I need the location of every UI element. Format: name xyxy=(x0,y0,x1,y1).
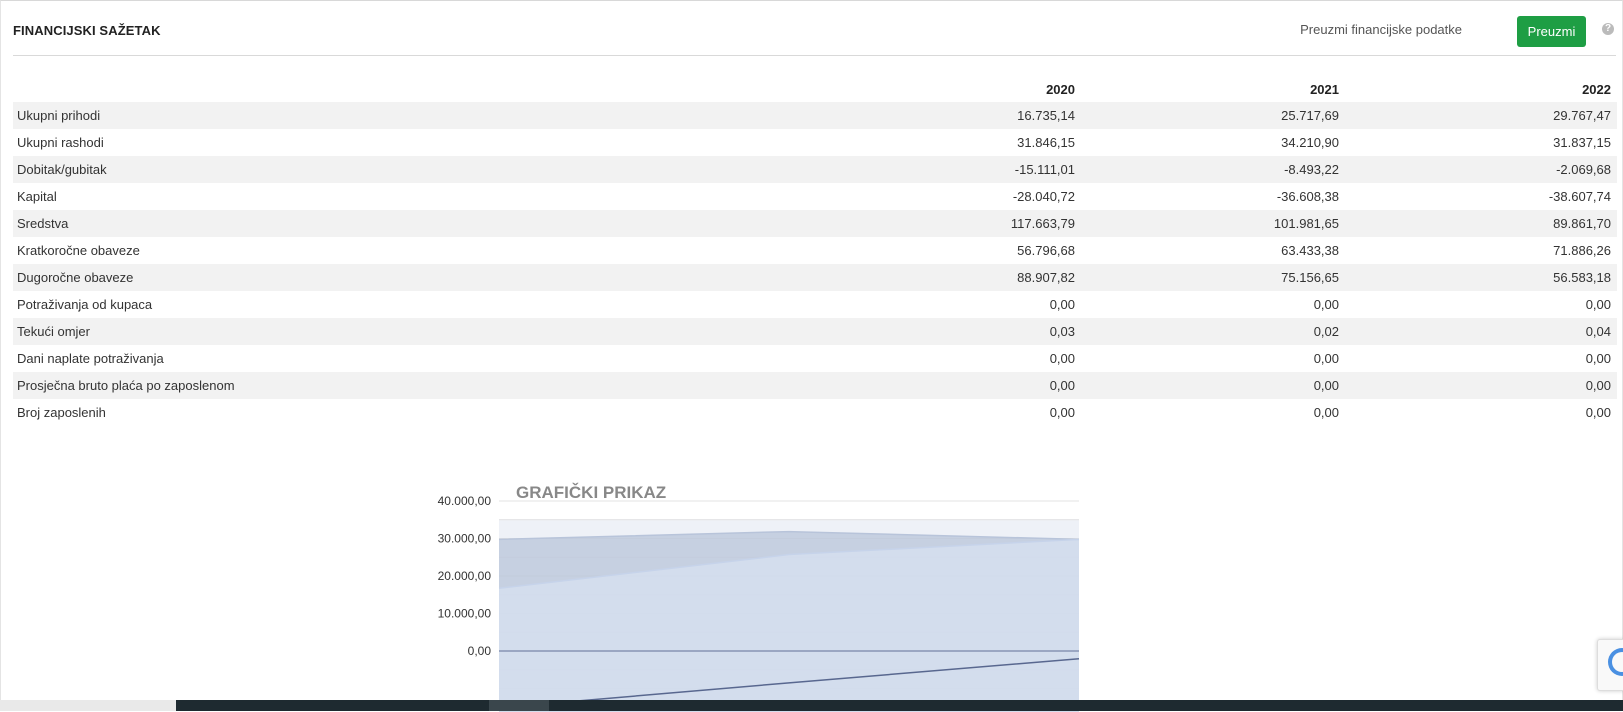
table-row: Sredstva 117.663,79 101.981,65 89.861,70 xyxy=(13,210,1617,237)
table-row: Ukupni prihodi 16.735,14 25.717,69 29.767,4… xyxy=(13,102,1617,129)
table-row: Potraživanja od kupaca 0,00 0,00 0,00 xyxy=(13,291,1617,318)
cell-value: 25.717,69 xyxy=(1081,102,1345,129)
cell-value: 16.735,14 xyxy=(798,102,1081,129)
column-header-year: 2022 xyxy=(1582,82,1611,97)
table-row: Broj zaposlenih 0,00 0,00 0,00 xyxy=(13,399,1617,426)
table-row: Tekući omjer 0,03 0,02 0,04 xyxy=(13,318,1617,345)
cell-value: 56.583,18 xyxy=(1345,264,1617,291)
cell-value: 117.663,79 xyxy=(798,210,1081,237)
cell-value: 29.767,47 xyxy=(1345,102,1617,129)
chart-container: GRAFIČKI PRIKAZ 40.000,00 30.000,00 20.000… xyxy=(431,471,1131,712)
cell-value: 71.886,26 xyxy=(1553,243,1611,258)
column-header-year: 2021 xyxy=(1310,82,1339,97)
cell-value: 31.837,15 xyxy=(1553,135,1611,150)
cell-value: 88.907,82 xyxy=(798,264,1081,291)
y-tick-label: 40.000,00 xyxy=(438,494,492,508)
row-label: Dobitak/gubitak xyxy=(13,156,798,183)
row-label: Prosječna bruto plaća po zaposlenom xyxy=(13,372,798,399)
cell-value: 101.981,65 xyxy=(1081,210,1345,237)
taskbar-segment xyxy=(0,700,176,711)
y-tick-label: 20.000,00 xyxy=(438,569,492,583)
cell-value: 0,00 xyxy=(1313,351,1339,366)
table-row: Ukupni rashodi 31.846,15 34.210,90 31.837,1… xyxy=(13,129,1617,156)
row-label: Kapital xyxy=(17,189,57,204)
recaptcha-icon xyxy=(1608,648,1623,676)
taskbar-segment xyxy=(489,700,549,711)
cell-value: 0,00 xyxy=(1585,297,1611,312)
row-label: Tekući omjer xyxy=(13,318,798,345)
cell-value: 89.861,70 xyxy=(1345,210,1617,237)
table-row: Dugoročne obaveze 88.907,82 75.156,65 56.58… xyxy=(13,264,1617,291)
cell-value: -8.493,22 xyxy=(1081,156,1345,183)
row-label: Sredstva xyxy=(13,210,798,237)
row-label: Ukupni rashodi xyxy=(17,135,104,150)
cell-value: -2.069,68 xyxy=(1345,156,1617,183)
cell-value: 0,00 xyxy=(1049,405,1075,420)
cell-value: 0,00 xyxy=(1081,372,1345,399)
page-title: FINANCIJSKI SAŽETAK xyxy=(13,23,161,38)
question-circle-icon[interactable]: ? xyxy=(1602,23,1614,35)
cell-value: 31.846,15 xyxy=(1017,135,1075,150)
table-row: Kratkoročne obaveze 56.796,68 63.433,38 71.… xyxy=(13,237,1617,264)
cell-value: 0,03 xyxy=(798,318,1081,345)
table-row: Dani naplate potraživanja 0,00 0,00 0,00 xyxy=(13,345,1617,372)
download-button[interactable]: Preuzmi xyxy=(1517,16,1586,47)
cell-value: -36.608,38 xyxy=(1276,189,1339,204)
recaptcha-badge[interactable] xyxy=(1597,639,1623,691)
cell-value: -15.111,01 xyxy=(798,156,1081,183)
financial-table: 2020 2021 2022 Ukupni prihodi 16.735,14 25… xyxy=(13,69,1617,426)
cell-value: 0,00 xyxy=(1049,297,1075,312)
row-label: Dugoročne obaveze xyxy=(13,264,798,291)
cell-value: 75.156,65 xyxy=(1081,264,1345,291)
table-header-row: 2020 2021 2022 xyxy=(13,69,1617,102)
row-label: Dani naplate potraživanja xyxy=(17,351,164,366)
cell-value: 0,00 xyxy=(1313,405,1339,420)
row-label: Potraživanja od kupaca xyxy=(17,297,153,312)
cell-value: 0,00 xyxy=(1345,372,1617,399)
cell-value: 63.433,38 xyxy=(1281,243,1339,258)
row-label: Broj zaposlenih xyxy=(17,405,106,420)
cell-value: 34.210,90 xyxy=(1281,135,1339,150)
table-row: Prosječna bruto plaća po zaposlenom 0,00 0… xyxy=(13,372,1617,399)
y-tick-label: 0,00 xyxy=(468,644,492,658)
column-header-year: 2020 xyxy=(1046,82,1075,97)
cell-value: -28.040,72 xyxy=(1012,189,1075,204)
cell-value: -38.607,74 xyxy=(1548,189,1611,204)
financial-summary-panel: FINANCIJSKI SAŽETAK Preuzmi financijske … xyxy=(0,0,1623,712)
download-financial-data-label: Preuzmi financijske podatke xyxy=(1300,22,1462,37)
row-label: Kratkoročne obaveze xyxy=(17,243,140,258)
cell-value: 0,02 xyxy=(1081,318,1345,345)
cell-value: 0,04 xyxy=(1345,318,1617,345)
cell-value: 0,00 xyxy=(1049,351,1075,366)
cell-value: 0,00 xyxy=(1313,297,1339,312)
header-divider xyxy=(13,55,1616,56)
row-label: Ukupni prihodi xyxy=(13,102,798,129)
taskbar xyxy=(0,700,1623,711)
area-chart: 40.000,00 30.000,00 20.000,00 10.000,00 0,00 xyxy=(438,494,1080,712)
table-row: Kapital -28.040,72 -36.608,38 -38.607,74 xyxy=(13,183,1617,210)
cell-value: 0,00 xyxy=(1585,405,1611,420)
y-tick-label: 10.000,00 xyxy=(438,607,492,621)
cell-value: 0,00 xyxy=(798,372,1081,399)
cell-value: 0,00 xyxy=(1585,351,1611,366)
table-row: Dobitak/gubitak -15.111,01 -8.493,22 -2.069… xyxy=(13,156,1617,183)
y-tick-label: 30.000,00 xyxy=(438,532,492,546)
cell-value: 56.796,68 xyxy=(1017,243,1075,258)
column-header-label xyxy=(13,69,798,102)
